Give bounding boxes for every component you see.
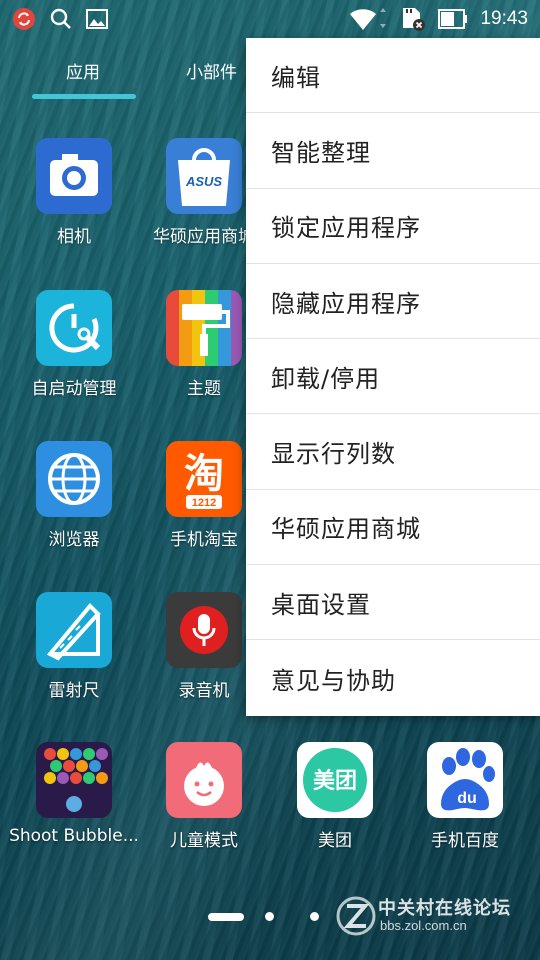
app-camera[interactable]: 相机 [9, 138, 139, 268]
baidu-text: du [457, 790, 477, 807]
asus-logo-text: ASUS [185, 174, 222, 189]
menu-item-uninstall-disable[interactable]: 卸载/停用 [246, 339, 540, 415]
zol-logo-icon [336, 896, 376, 936]
app-label: 美团 [318, 831, 352, 851]
tab-widgets[interactable]: 小部件 [186, 58, 237, 83]
sd-card-icon [400, 6, 426, 32]
page-dot[interactable] [265, 912, 274, 921]
menu-item-grid-size[interactable]: 显示行列数 [246, 414, 540, 490]
search-icon [50, 8, 72, 30]
wifi-icon [348, 6, 388, 32]
meituan-icon: 美团 [297, 742, 373, 818]
taobao-char: 淘 [184, 451, 224, 497]
watermark-title: 中关村在线论坛 [378, 898, 511, 919]
recorder-icon [166, 592, 242, 668]
meituan-text: 美团 [313, 768, 357, 794]
menu-item-asus-store[interactable]: 华硕应用商城 [246, 490, 540, 566]
app-autostart[interactable]: 自启动管理 [9, 290, 139, 420]
asus-store-icon: ASUS [166, 138, 242, 214]
baidu-icon: du [427, 742, 503, 818]
clock: 19:43 [480, 8, 528, 29]
app-label: 雷射尺 [48, 681, 100, 701]
taobao-icon: 淘 1212 [166, 441, 242, 517]
drawer-tabs: 应用 小部件 [0, 38, 250, 100]
app-kids-mode[interactable]: 儿童模式 [139, 742, 269, 872]
kids-mode-icon [166, 742, 242, 818]
app-shoot-bubble[interactable]: Shoot Bubble... [9, 742, 139, 872]
laser-ruler-icon [36, 592, 112, 668]
battery-icon [438, 9, 468, 29]
autostart-icon [36, 290, 112, 366]
app-label: 自启动管理 [31, 379, 117, 399]
browser-icon [36, 441, 112, 517]
menu-item-home-settings[interactable]: 桌面设置 [246, 565, 540, 641]
bubble-game-icon [36, 742, 112, 818]
app-label: 手机百度 [431, 831, 499, 851]
app-label: 相机 [57, 227, 91, 247]
theme-icon [166, 290, 242, 366]
camera-icon [36, 138, 112, 214]
app-label: 浏览器 [48, 530, 100, 550]
menu-item-smart-organize[interactable]: 智能整理 [246, 113, 540, 189]
page-dot[interactable] [310, 912, 319, 921]
overflow-menu: 编辑 智能整理 锁定应用程序 隐藏应用程序 卸载/停用 显示行列数 华硕应用商城… [246, 38, 540, 716]
app-baidu[interactable]: du 手机百度 [400, 742, 530, 872]
status-bar: 19:43 [0, 0, 540, 38]
watermark-url: bbs.zol.com.cn [380, 918, 467, 933]
app-label: Shoot Bubble... [9, 826, 139, 846]
menu-item-feedback-help[interactable]: 意见与协助 [246, 640, 540, 715]
sync-icon [12, 7, 36, 31]
app-label: 儿童模式 [170, 831, 238, 851]
menu-item-edit[interactable]: 编辑 [246, 38, 540, 114]
tab-apps[interactable]: 应用 [66, 58, 100, 83]
image-icon [86, 9, 108, 29]
menu-item-lock-apps[interactable]: 锁定应用程序 [246, 189, 540, 264]
app-laser-ruler[interactable]: 雷射尺 [9, 592, 139, 722]
tab-indicator [32, 94, 136, 99]
app-meituan[interactable]: 美团 美团 [270, 742, 400, 872]
page-dot-home[interactable] [208, 913, 244, 921]
watermark: 中关村在线论坛 bbs.zol.com.cn [336, 892, 536, 942]
taobao-badge: 1212 [192, 497, 216, 509]
app-browser[interactable]: 浏览器 [9, 441, 139, 571]
menu-item-hide-apps[interactable]: 隐藏应用程序 [246, 264, 540, 340]
